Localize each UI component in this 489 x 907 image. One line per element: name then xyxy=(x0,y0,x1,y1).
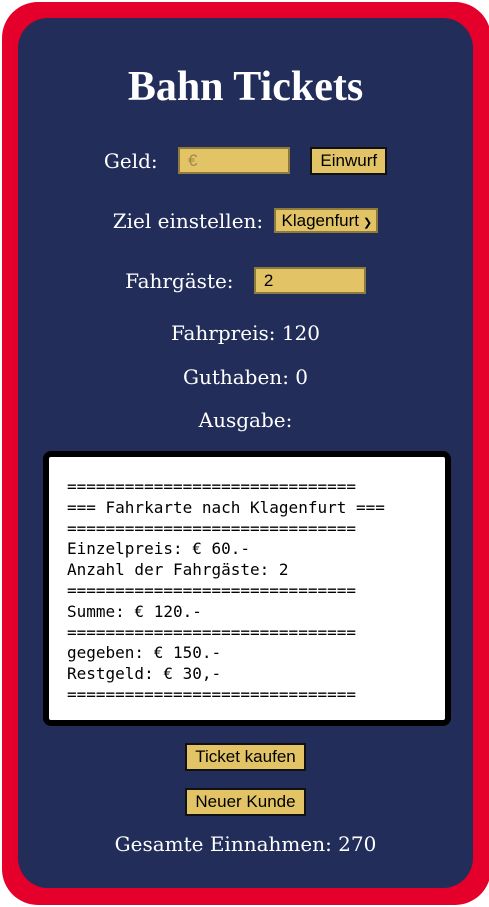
passengers-input[interactable] xyxy=(253,267,366,294)
ticket-line: Anzahl der Fahrgäste: 2 xyxy=(67,560,289,580)
passengers-label: Fahrgäste: xyxy=(125,268,234,293)
destination-label: Ziel einstellen: xyxy=(112,208,264,233)
ticket-line: ============================== xyxy=(67,518,356,538)
output-label: Ausgabe: xyxy=(198,408,293,432)
destination-select[interactable]: Klagenfurt ❯ xyxy=(273,208,379,233)
buy-row: Ticket kaufen xyxy=(18,742,473,771)
money-input[interactable] xyxy=(178,147,291,174)
destination-selected-value: Klagenfurt xyxy=(281,211,360,230)
new-customer-button[interactable]: Neuer Kunde xyxy=(185,787,306,816)
money-label: Geld: xyxy=(103,148,158,173)
ticket-machine-panel: Bahn Tickets Geld: Einwurf Ziel einstell… xyxy=(18,18,473,888)
money-row: Geld: Einwurf xyxy=(18,146,473,175)
ticket-line: ============================== xyxy=(67,477,356,496)
app-frame: Bahn Tickets Geld: Einwurf Ziel einstell… xyxy=(2,2,489,905)
passengers-row: Fahrgäste: xyxy=(18,266,473,294)
page-title: Bahn Tickets xyxy=(127,64,364,110)
ticket-output-box: ============================== === Fahrka… xyxy=(43,451,451,726)
new-customer-row: Neuer Kunde xyxy=(18,787,473,816)
ticket-line: ============================== xyxy=(67,684,356,704)
destination-row: Ziel einstellen: Klagenfurt ❯ xyxy=(18,206,473,234)
insert-money-button[interactable]: Einwurf xyxy=(310,146,388,175)
ticket-line: Summe: € 120.- xyxy=(67,601,202,621)
ticket-line: Einzelpreis: € 60.- xyxy=(67,539,251,559)
ticket-line: Restgeld: € 30,- xyxy=(67,664,222,684)
ticket-line: === Fahrkarte nach Klagenfurt === xyxy=(67,497,385,517)
total-revenue-text: Gesamte Einnahmen: 270 xyxy=(114,832,377,856)
ticket-line: ============================== xyxy=(67,580,356,600)
ticket-line: ============================== xyxy=(67,622,356,642)
chevron-down-icon: ❯ xyxy=(363,217,373,229)
ticket-output-text: ============================== === Fahrka… xyxy=(67,477,385,706)
ticket-line: gegeben: € 150.- xyxy=(67,643,222,663)
fare-text: Fahrpreis: 120 xyxy=(170,321,320,345)
balance-text: Guthaben: 0 xyxy=(182,365,309,389)
buy-ticket-button[interactable]: Ticket kaufen xyxy=(185,742,306,771)
